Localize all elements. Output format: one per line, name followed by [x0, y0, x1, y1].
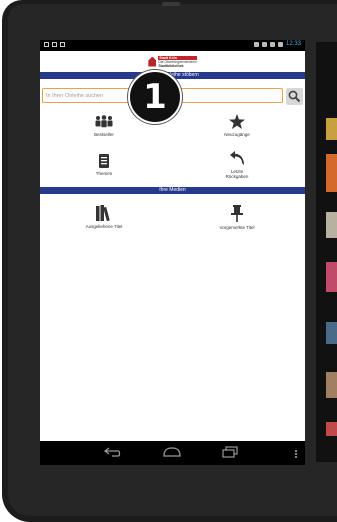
star-icon — [229, 114, 245, 129]
tile-label: Vorgemerkte Titel — [219, 225, 255, 230]
clock: 12:33 — [285, 41, 301, 47]
recent-apps-icon[interactable] — [222, 446, 238, 458]
tile-recent-returns[interactable]: Letzte Rückgaben — [192, 150, 282, 179]
books-icon — [96, 205, 110, 221]
tile-new-arrivals[interactable]: Neuzugänge — [192, 114, 282, 137]
tile-label: Neuzugänge — [224, 132, 250, 137]
notification-icon — [44, 42, 49, 47]
return-arrow-icon — [230, 151, 244, 165]
wifi-icon — [269, 41, 275, 47]
notification-icons — [44, 42, 65, 47]
search-button[interactable] — [286, 88, 303, 105]
tile-borrowed-titles[interactable]: Ausgeliehene Titel — [59, 205, 149, 229]
city-crest-icon — [148, 56, 157, 67]
tile-label: Themen — [95, 171, 113, 176]
background-screen-strip — [316, 42, 337, 462]
android-navigation-bar — [40, 441, 305, 465]
tile-label: Bestseller — [94, 132, 114, 137]
tile-label: Ausgeliehene Titel — [85, 224, 123, 229]
list-icon — [99, 154, 109, 168]
thumbnail-strip-item — [326, 422, 337, 436]
people-icon — [95, 115, 113, 128]
thumbnail-strip-item — [326, 212, 337, 238]
thumbnail-strip-item — [326, 372, 337, 398]
home-icon[interactable] — [162, 446, 182, 458]
pin-icon — [231, 205, 243, 222]
tile-topics[interactable]: Themen — [59, 154, 149, 176]
notification-icon — [52, 42, 57, 47]
library-logo: Stadt Köln Die Oberbürgermeisterin Stadt… — [40, 51, 305, 72]
notification-icon — [60, 42, 65, 47]
section-header-media: Ihre Medien — [40, 187, 305, 194]
status-bar: 12:33 — [40, 40, 305, 51]
tile-reserved-titles[interactable]: Vorgemerkte Titel — [192, 205, 282, 230]
battery-icon — [277, 41, 283, 47]
thumbnail-strip-item — [326, 262, 337, 292]
bluetooth-icon — [253, 41, 259, 47]
system-icons: 12:33 — [253, 41, 301, 47]
callout-number-badge: 1 — [128, 70, 182, 124]
logo-library: Stadtbibliothek — [158, 63, 184, 68]
overflow-menu-icon[interactable] — [295, 450, 297, 458]
tile-label: Rückgaben — [225, 174, 249, 179]
thumbnail-strip-item — [326, 118, 337, 140]
thumbnail-strip-item — [326, 322, 337, 344]
speaker-grille — [162, 2, 180, 6]
thumbnail-strip-item — [326, 154, 337, 192]
alarm-icon — [261, 41, 267, 47]
tile-bestseller[interactable]: Bestseller — [59, 115, 149, 137]
back-icon[interactable] — [104, 446, 122, 458]
search-icon — [288, 90, 301, 103]
